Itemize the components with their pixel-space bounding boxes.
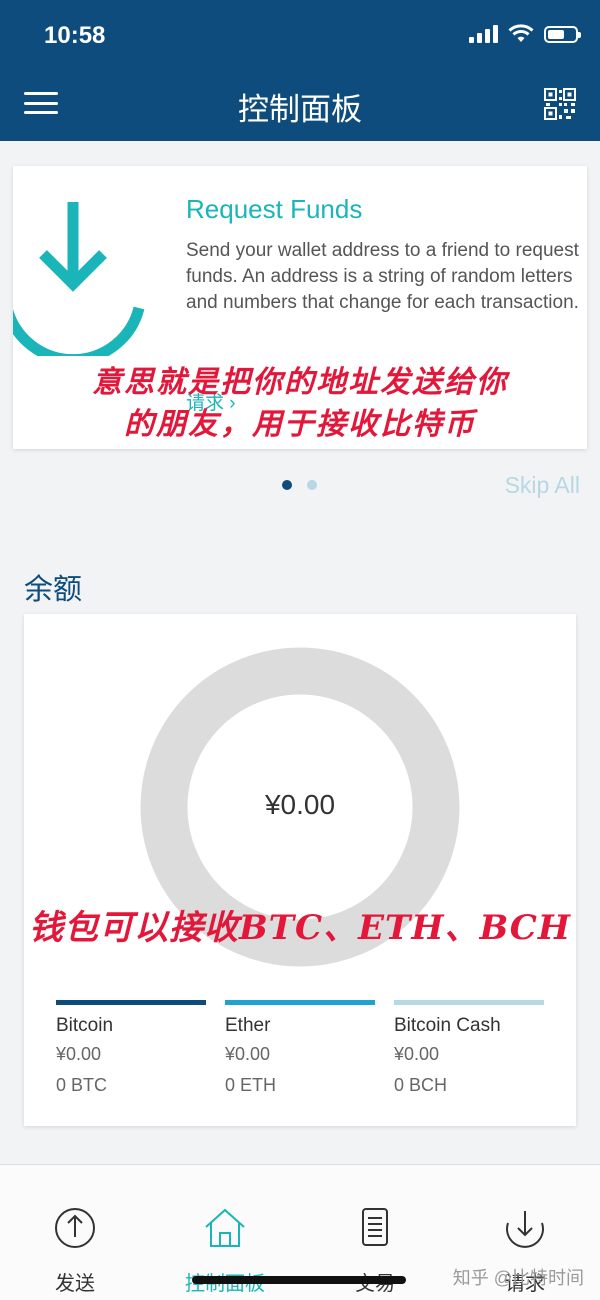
- coin-color-bar: [394, 1000, 544, 1005]
- coin-fiat-value: ¥0.00: [225, 1044, 271, 1064]
- status-icons: [469, 24, 581, 44]
- coin-color-bar: [225, 1000, 375, 1005]
- status-time: 10:58: [44, 22, 106, 49]
- promo-description: Send your wallet address to a friend to …: [186, 240, 579, 313]
- coin-amount: 0 ETH: [225, 1075, 277, 1095]
- balance-section-title: 余额: [24, 574, 83, 606]
- promo-annotation: 意思就是把你的地址发送给你 的朋友，用于接收比特币: [13, 362, 587, 446]
- skip-all-button[interactable]: Skip All: [505, 472, 580, 499]
- carousel-dot-1[interactable]: [282, 480, 292, 490]
- coin-fiat-value: ¥0.00: [394, 1044, 440, 1064]
- send-icon: [55, 1208, 95, 1248]
- request-icon: [506, 1211, 544, 1248]
- home-icon: [205, 1208, 245, 1247]
- coin-name: Ether: [225, 1015, 271, 1036]
- promo-annotation-line1: 意思就是把你的地址发送给你: [92, 365, 508, 400]
- coin-bitcoin-cash[interactable]: Bitcoin Cash ¥0.00 0 BCH: [394, 1000, 544, 1101]
- home-indicator[interactable]: [192, 1276, 406, 1284]
- signal-icon: [469, 25, 498, 43]
- carousel-dot-2[interactable]: [307, 480, 317, 490]
- coin-list: Bitcoin ¥0.00 0 BTC Ether ¥0.00 0 ETH Bi…: [56, 1000, 544, 1101]
- request-funds-card: Request Funds Send your wallet address t…: [13, 166, 587, 449]
- coin-bitcoin[interactable]: Bitcoin ¥0.00 0 BTC: [56, 1000, 206, 1101]
- watermark: 知乎 @比特时间: [452, 1268, 584, 1288]
- coin-amount: 0 BTC: [56, 1075, 108, 1095]
- balance-total: ¥0.00: [264, 789, 336, 820]
- coin-fiat-value: ¥0.00: [56, 1044, 102, 1064]
- coin-name: Bitcoin: [56, 1015, 114, 1036]
- wifi-icon: [508, 24, 534, 42]
- coin-name: Bitcoin Cash: [394, 1015, 501, 1036]
- download-arrow-icon: [13, 202, 145, 356]
- coin-amount: 0 BCH: [394, 1075, 448, 1095]
- qr-code-icon[interactable]: [544, 88, 576, 120]
- app-header: 10:58 控制面板: [0, 0, 600, 141]
- page-title: 控制面板: [238, 92, 362, 127]
- coin-color-bar: [56, 1000, 206, 1005]
- promo-annotation-line2: 的朋友，用于接收比特币: [124, 407, 476, 442]
- balance-card: ¥0.00 钱包可以接收BTC、ETH、BCH Bitcoin ¥0.00 0 …: [24, 614, 576, 1126]
- nav-label: 发送: [55, 1273, 95, 1295]
- coin-ether[interactable]: Ether ¥0.00 0 ETH: [225, 1000, 375, 1101]
- promo-title: Request Funds: [186, 194, 363, 224]
- transactions-icon: [362, 1208, 388, 1246]
- carousel-dots: [282, 480, 317, 490]
- nav-send[interactable]: 发送: [0, 1165, 150, 1300]
- balance-annotation: 钱包可以接收BTC、ETH、BCH: [29, 908, 571, 948]
- battery-icon: [544, 25, 581, 43]
